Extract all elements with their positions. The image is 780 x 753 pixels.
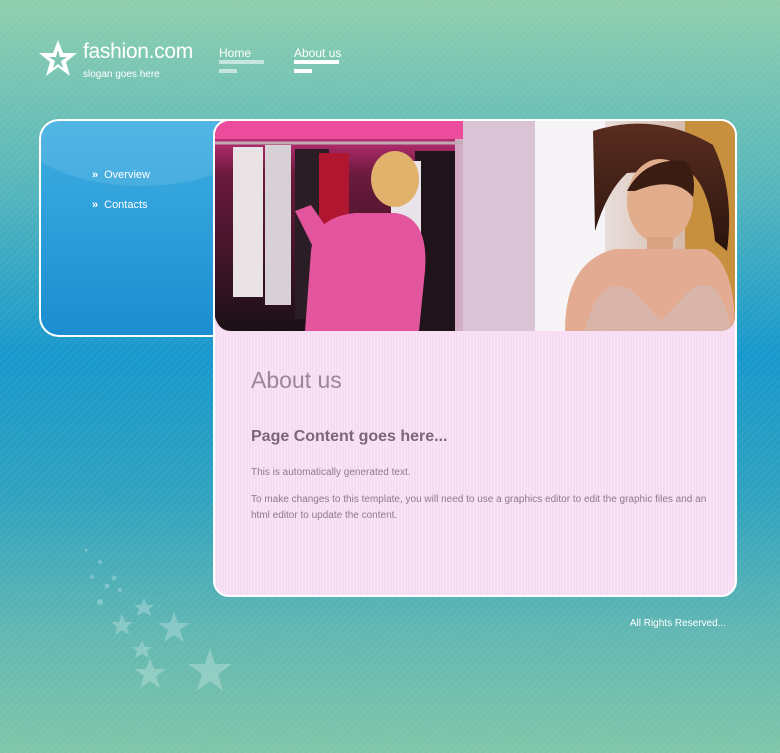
nav-home-underline (219, 60, 264, 64)
logo-name: fashion.com (83, 40, 193, 63)
nav-home-link[interactable]: Home (219, 46, 251, 60)
content-heading: Page Content goes here... (251, 428, 448, 445)
star-logo-icon (39, 40, 77, 76)
main-content-panel: About us Page Content goes here... This … (213, 119, 737, 597)
content-paragraph: To make changes to this template, you wi… (251, 494, 707, 521)
sidebar-item-label: Overview (104, 169, 150, 181)
sidebar-item-overview[interactable]: » Overview (92, 169, 150, 181)
sidebar: » Overview » Contacts (39, 119, 241, 337)
banner-image (215, 121, 735, 331)
nav-about-underline-short (294, 69, 312, 73)
nav-about-link[interactable]: About us (294, 46, 341, 60)
decorative-stars-icon (84, 548, 232, 691)
double-chevron-right-icon: » (92, 169, 99, 181)
nav-about-underline (294, 60, 339, 64)
content-paragraph: This is automatically generated text. (251, 467, 411, 478)
banner-photo (215, 121, 735, 331)
footer-copyright: All Rights Reserved... (629, 618, 726, 629)
double-chevron-right-icon: » (92, 199, 99, 211)
site-logo[interactable]: fashion.com slogan goes here (38, 38, 208, 84)
logo-slogan: slogan goes here (83, 69, 160, 80)
nav-home-underline-short (219, 69, 237, 73)
page-title: About us (251, 367, 342, 393)
sidebar-item-contacts[interactable]: » Contacts (92, 199, 148, 211)
sidebar-item-label: Contacts (104, 199, 148, 211)
